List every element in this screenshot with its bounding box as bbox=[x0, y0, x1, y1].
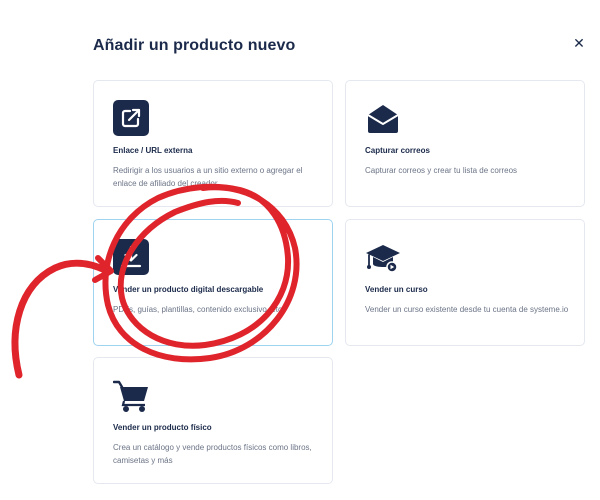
download-icon bbox=[113, 239, 149, 275]
card-description: Capturar correos y crear tu lista de cor… bbox=[365, 166, 518, 175]
card-title: Enlace / URL externa bbox=[113, 146, 193, 155]
external-link-icon bbox=[113, 100, 149, 136]
card-description: Redirigir a los usuarios a un sitio exte… bbox=[113, 166, 303, 188]
close-icon[interactable]: ✕ bbox=[572, 36, 586, 50]
card-capture-emails[interactable]: Capturar correos Capturar correos y crea… bbox=[345, 80, 585, 207]
card-description: PDFs, guías, plantillas, contenido exclu… bbox=[113, 305, 285, 314]
red-arrow-annotation bbox=[11, 259, 109, 379]
graduation-cap-icon bbox=[365, 239, 401, 275]
modal-title: Añadir un producto nuevo bbox=[93, 37, 296, 54]
card-external-link[interactable]: Enlace / URL externa Redirigir a los usu… bbox=[93, 80, 333, 207]
card-course[interactable]: Vender un curso Vender un curso existent… bbox=[345, 219, 585, 346]
add-product-modal: Añadir un producto nuevo ✕ Enlace / URL … bbox=[0, 0, 600, 500]
card-title: Vender un producto digital descargable bbox=[113, 285, 264, 294]
shopping-cart-icon bbox=[113, 377, 149, 413]
card-digital-download[interactable]: Vender un producto digital descargable P… bbox=[93, 219, 333, 346]
card-description: Vender un curso existente desde tu cuent… bbox=[365, 305, 569, 314]
envelope-icon bbox=[365, 100, 401, 136]
card-description: Crea un catálogo y vende productos físic… bbox=[113, 443, 312, 465]
card-title: Vender un producto físico bbox=[113, 423, 212, 432]
card-title: Capturar correos bbox=[365, 146, 430, 155]
card-title: Vender un curso bbox=[365, 285, 428, 294]
card-physical-product[interactable]: Vender un producto físico Crea un catálo… bbox=[93, 357, 333, 484]
